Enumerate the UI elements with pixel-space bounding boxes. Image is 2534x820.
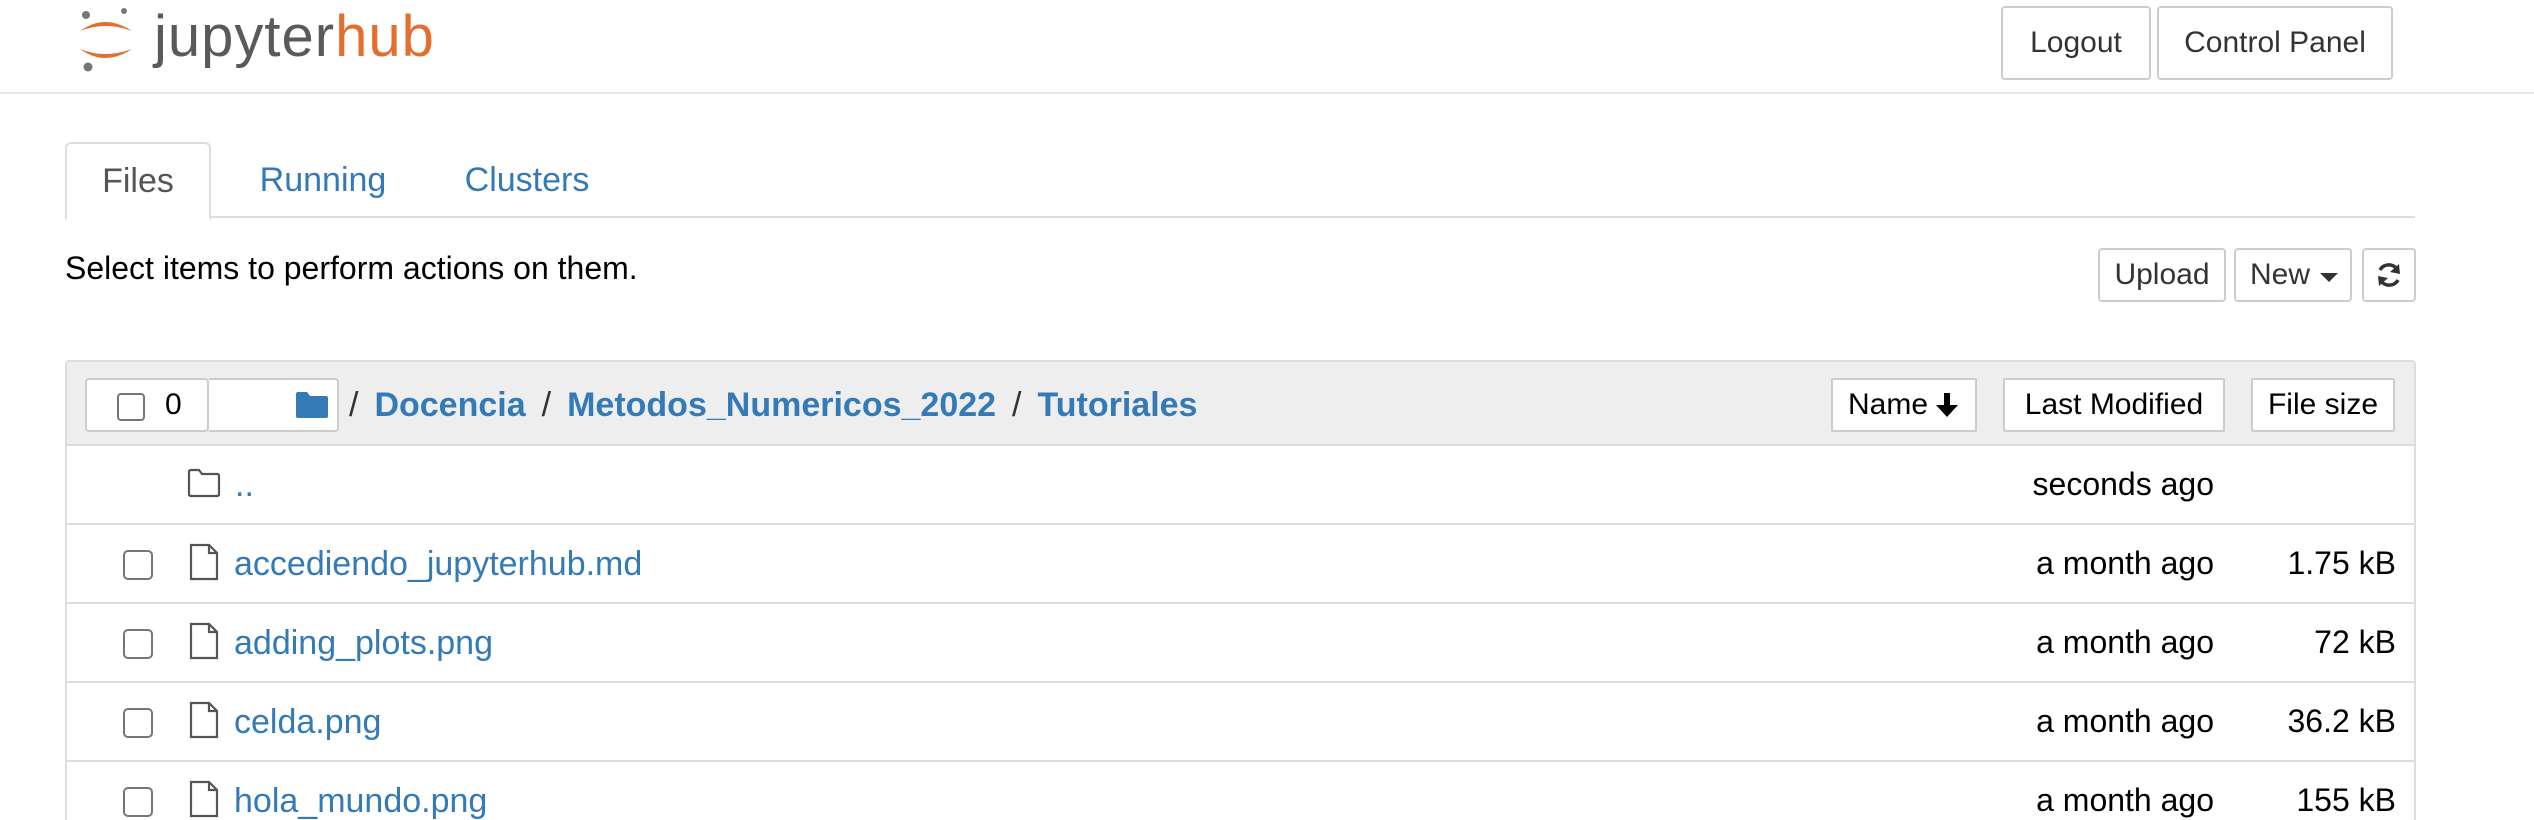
sort-by-name-button[interactable]: Name [1831, 378, 1977, 432]
breadcrumb-separator: / [349, 385, 359, 424]
arrow-down-icon [1936, 393, 1959, 417]
item-checkbox[interactable] [123, 550, 153, 580]
refresh-button[interactable] [2362, 248, 2416, 302]
item-size: 1.75 kB [2287, 545, 2396, 581]
select-all-checkbox[interactable] [117, 393, 145, 421]
jupyterhub-logo[interactable]: jupyterhub [74, 0, 435, 80]
folder-open-outline-icon [187, 468, 221, 498]
file-icon [189, 622, 219, 660]
item-name-link[interactable]: .. [235, 466, 254, 505]
sort-by-last-modified-button[interactable]: Last Modified [2003, 378, 2225, 432]
sort-name-label: Name [1847, 388, 1929, 421]
list-item[interactable]: adding_plots.png a month ago 72 kB [67, 604, 2414, 683]
logo-text-hub: hub [335, 4, 435, 69]
item-modified: a month ago [2036, 782, 2214, 818]
logo-text-jupyter: jupyter [154, 4, 336, 69]
item-size: 36.2 kB [2287, 703, 2396, 739]
selected-count: 0 [165, 388, 182, 421]
caret-down-icon [2320, 272, 2339, 282]
upload-button[interactable]: Upload [2098, 248, 2226, 302]
item-size: 155 kB [2296, 782, 2396, 818]
item-modified: a month ago [2036, 545, 2214, 581]
sort-by-file-size-button[interactable]: File size [2251, 378, 2395, 432]
refresh-icon [2378, 263, 2400, 287]
breadcrumb-docencia[interactable]: Docencia [374, 386, 525, 425]
file-icon [189, 543, 219, 581]
item-name-link[interactable]: hola_mundo.png [234, 782, 487, 820]
item-size: 72 kB [2314, 624, 2396, 660]
breadcrumb-metodos-numericos-2022[interactable]: Metodos_Numericos_2022 [567, 386, 996, 425]
item-modified: a month ago [2036, 703, 2214, 739]
new-dropdown-button[interactable]: New [2234, 248, 2352, 302]
list-item[interactable]: accediendo_jupyterhub.md a month ago 1.7… [67, 525, 2414, 604]
tab-bar: Files Running Clusters [65, 142, 2415, 220]
logo-wordmark: jupyterhub [154, 8, 435, 66]
folder-icon[interactable] [295, 391, 329, 419]
instructions-text: Select items to perform actions on them. [65, 250, 638, 286]
breadcrumb: / Docencia / Metodos_Numericos_2022 / Tu… [295, 380, 1197, 430]
breadcrumb-separator: / [541, 385, 552, 424]
breadcrumb-tutoriales[interactable]: Tutoriales [1038, 386, 1198, 425]
tab-files[interactable]: Files [65, 142, 211, 220]
new-button-label: New [2250, 258, 2311, 291]
file-list: 0 / Docencia / Metodos_Numericos_2022 / … [65, 360, 2416, 820]
item-modified: a month ago [2036, 624, 2214, 660]
select-all-control: 0 [85, 378, 209, 432]
file-list-header: 0 / Docencia / Metodos_Numericos_2022 / … [67, 362, 2414, 446]
top-header: jupyterhub Logout Control Panel [0, 0, 2534, 94]
item-checkbox[interactable] [123, 629, 153, 659]
item-name-link[interactable]: celda.png [234, 703, 381, 742]
item-modified: seconds ago [2032, 466, 2214, 502]
tab-clusters[interactable]: Clusters [437, 142, 617, 218]
list-item[interactable]: celda.png a month ago 36.2 kB [67, 683, 2414, 762]
item-name-link[interactable]: adding_plots.png [234, 624, 493, 663]
file-icon [189, 701, 219, 739]
list-item[interactable]: hola_mundo.png a month ago 155 kB [67, 762, 2414, 820]
tab-running[interactable]: Running [233, 142, 413, 218]
item-checkbox[interactable] [123, 787, 153, 817]
jupyter-logo-icon [80, 8, 132, 72]
item-name-link[interactable]: accediendo_jupyterhub.md [234, 545, 642, 584]
breadcrumb-separator: / [1012, 385, 1022, 424]
control-panel-button[interactable]: Control Panel [2157, 6, 2393, 80]
logout-button[interactable]: Logout [2001, 6, 2151, 80]
file-icon [189, 780, 219, 818]
list-item[interactable]: .. seconds ago [67, 446, 2414, 525]
item-checkbox[interactable] [123, 708, 153, 738]
